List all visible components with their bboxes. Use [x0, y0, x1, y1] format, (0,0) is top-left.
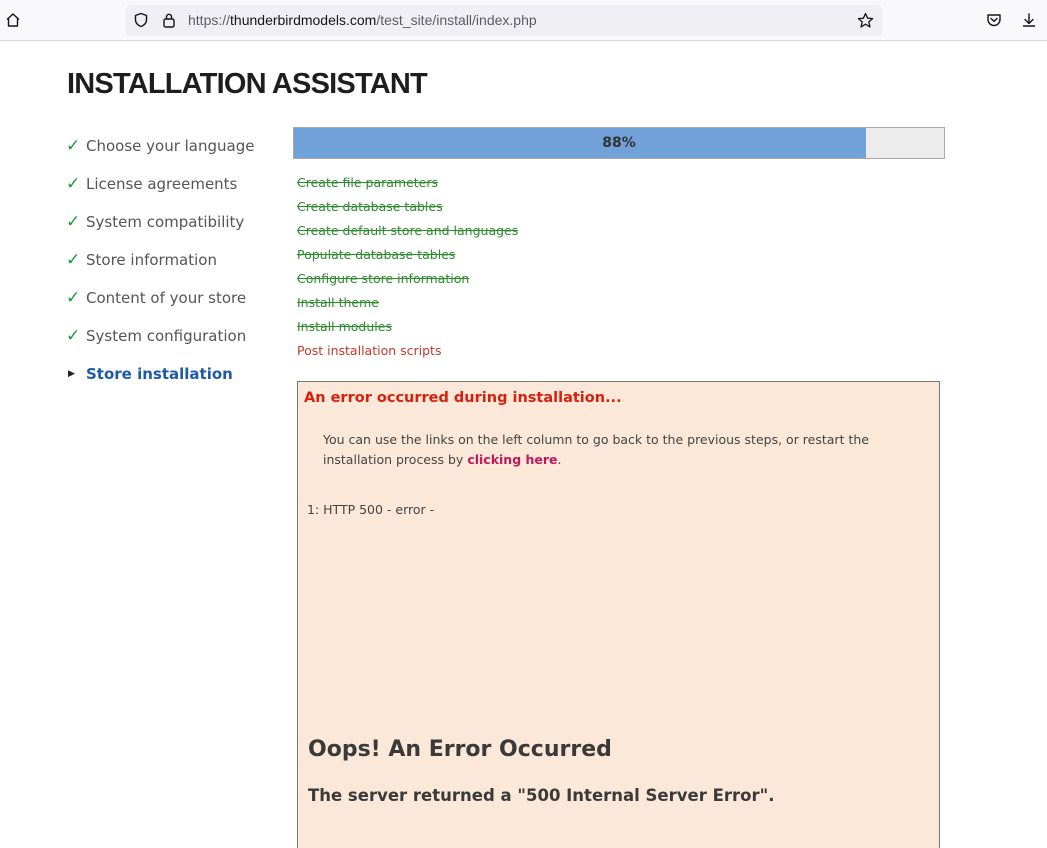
star-icon[interactable] — [854, 9, 876, 31]
error-message-text: You can use the links on the left column… — [323, 432, 869, 467]
task-item: Create default store and languages — [297, 222, 519, 238]
triangle-right-icon: ▶ — [68, 369, 75, 379]
url-path: /test_site/install/index.php — [376, 12, 537, 28]
step-choose-language[interactable]: ✓ Choose your language — [66, 127, 286, 165]
error-message: You can use the links on the left column… — [323, 430, 933, 470]
step-label: System configuration — [86, 327, 247, 345]
error-title: An error occurred during installation... — [304, 390, 622, 406]
task-item: Configure store information — [297, 270, 470, 286]
step-label: System compatibility — [86, 213, 245, 231]
steps-sidebar: ✓ Choose your language ✓ License agreement… — [66, 127, 286, 393]
task-item: Populate database tables — [297, 246, 456, 262]
task-item: Create database tables — [297, 198, 443, 214]
error-message-end: . — [557, 452, 562, 467]
url-host: thunderbirdmodels.com — [230, 12, 377, 28]
download-icon[interactable] — [1018, 9, 1040, 31]
check-icon: ✓ — [66, 136, 81, 156]
check-icon: ✓ — [66, 212, 81, 232]
home-icon[interactable] — [2, 9, 24, 31]
shield-icon[interactable] — [130, 9, 152, 31]
step-store-information[interactable]: ✓ Store information — [66, 241, 286, 279]
error-subheading: The server returned a "500 Internal Serv… — [308, 786, 775, 805]
task-list: Create file parameters Create database t… — [297, 170, 518, 362]
task-item: Install theme — [297, 294, 379, 310]
task-item: Create file parameters — [297, 174, 439, 190]
step-license-agreements[interactable]: ✓ License agreements — [66, 165, 286, 203]
restart-install-link[interactable]: clicking here — [467, 452, 557, 467]
progress-percent: 88% — [602, 135, 636, 151]
step-label: Choose your language — [86, 137, 255, 155]
step-store-content[interactable]: ✓ Content of your store — [66, 279, 286, 317]
step-system-compatibility[interactable]: ✓ System compatibility — [66, 203, 286, 241]
browser-toolbar: https://thunderbirdmodels.com/test_site/… — [0, 0, 1047, 41]
lock-icon[interactable] — [158, 9, 180, 31]
pocket-icon[interactable] — [983, 9, 1005, 31]
check-icon: ✓ — [66, 250, 81, 270]
url-text: https://thunderbirdmodels.com/test_site/… — [188, 12, 537, 28]
progress-bar: 88% — [293, 127, 945, 159]
check-icon: ✓ — [66, 288, 81, 308]
step-label: License agreements — [86, 175, 238, 193]
check-icon: ✓ — [66, 326, 81, 346]
step-label: Store information — [86, 251, 217, 269]
error-panel: An error occurred during installation...… — [297, 381, 940, 848]
task-item: Install modules — [297, 318, 392, 334]
url-prefix: https:// — [188, 12, 231, 28]
error-item: 1: HTTP 500 - error - — [307, 502, 435, 517]
check-icon: ✓ — [66, 174, 81, 194]
step-system-configuration[interactable]: ✓ System configuration — [66, 317, 286, 355]
step-label: Content of your store — [86, 289, 247, 307]
page-title: INSTALLATION ASSISTANT — [67, 68, 428, 100]
error-heading: Oops! An Error Occurred — [308, 737, 612, 762]
step-store-installation: ▶ Store installation — [66, 355, 286, 393]
task-item-pending: Post installation scripts — [297, 342, 442, 358]
address-bar[interactable]: https://thunderbirdmodels.com/test_site/… — [126, 5, 882, 36]
step-label: Store installation — [86, 365, 233, 383]
